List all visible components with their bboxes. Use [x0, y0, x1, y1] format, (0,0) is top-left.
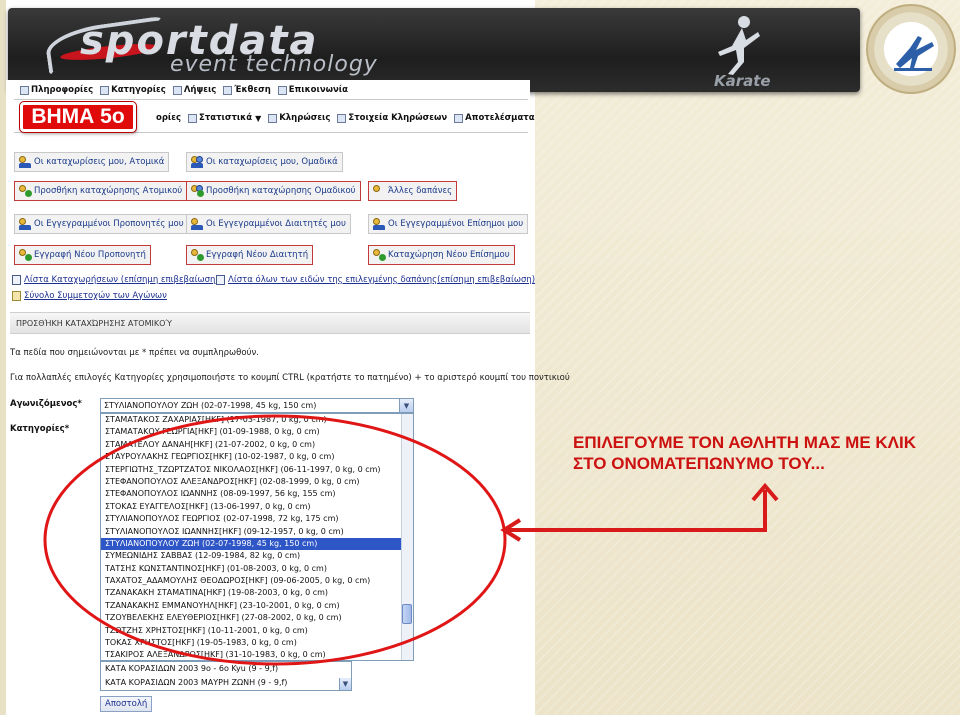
entries-list-link[interactable]: Λίστα Καταχωρήσεων (επίσημη επιβεβαίωση) — [12, 275, 219, 285]
top-menu: Πληροφορίες Κατηγορίες Λήψεις Έκθεση Επι… — [20, 82, 355, 98]
athlete-option[interactable]: ΣΤΑΜΑΤΑΚΟΣ ΖΑΧΑΡΙΑΣ[HKF] (17-03-1987, 0 … — [101, 414, 413, 426]
athlete-option[interactable]: ΤΣΑΚΙΡΟΣ ΑΛΕΞΑΝΔΡΟΣ[HKF] (31-10-1983, 0 … — [101, 649, 413, 660]
athlete-option[interactable]: ΤΖΑΝΑΚΑΚΗΣ ΕΜΜΑΝΟΥΗΛ[HKF] (23-10-2001, 0… — [101, 600, 413, 612]
chevron-down-icon[interactable]: ▼ — [399, 399, 413, 412]
add-coach-icon — [19, 249, 32, 261]
official-icon — [373, 218, 385, 230]
athlete-options: ΣΤΑΜΑΤΑΚΟΣ ΖΑΧΑΡΙΑΣ[HKF] (17-03-1987, 0 … — [101, 414, 413, 660]
athlete-option[interactable]: ΤΑΧΑΤΟΣ_ΑΔΑΜΟΥΛΗΣ ΘΕΟΔΩΡΟΣ[HKF] (09-06-2… — [101, 575, 413, 587]
menu-item-stats[interactable]: Στατιστικά ▼ — [188, 113, 261, 123]
add-group-icon — [191, 185, 204, 197]
participants-total-link[interactable]: Σύνολο Συμμετοχών των Αγώνων — [12, 291, 167, 301]
categories-select[interactable]: ΚΑΤΑ ΚΟΡΑΣΙΔΩΝ 2003 9ο - 6ο Kyu (9 - 9,f… — [100, 661, 352, 691]
athlete-label: Αγωνιζόμενος* — [10, 399, 82, 409]
chevron-down-icon[interactable]: ▼ — [339, 678, 351, 690]
app-window: Πληροφορίες Κατηγορίες Λήψεις Έκθεση Επι… — [6, 80, 570, 715]
menu-divider — [14, 99, 528, 100]
info-icon — [20, 85, 29, 95]
folder-icon — [12, 291, 21, 301]
athlete-option[interactable]: ΣΤΑΜΑΤΑΚΟΥ ΓΕΩΡΓΙΑ[HKF] (01-09-1988, 0 k… — [101, 426, 413, 438]
athlete-option[interactable]: ΣΤΕΡΓΙΩΤΗΣ_ΤΖΩΡΤΖΑΤΟΣ ΝΙΚΟΛΑΟΣ[HKF] (06-… — [101, 464, 413, 476]
athlete-option[interactable]: ΤΖΟΥΒΕΛΕΚΗΣ ΕΛΕΥΘΕΡΙΟΣ[HKF] (27-08-2002,… — [101, 612, 413, 624]
background-texture — [535, 0, 960, 715]
athlete-option[interactable]: ΤΖΩΤΖΗΣ ΧΡΗΣΤΟΣ[HKF] (10-11-2001, 0 kg, … — [101, 625, 413, 637]
sport-label: Karate — [714, 72, 771, 90]
menu-divider-2 — [14, 132, 528, 133]
menu-item-categories-2[interactable]: ορίες — [156, 113, 181, 123]
categories-label: Κατηγορίες* — [10, 424, 70, 434]
athlete-option[interactable]: ΤΟΚΑΣ ΧΡΗΣΤΟΣ[HKF] (19-05-1983, 0 kg, 0 … — [101, 637, 413, 649]
athlete-option[interactable]: ΣΥΜΕΩΝΙΔΗΣ ΣΑΒΒΑΣ (12-09-1984, 82 kg, 0 … — [101, 550, 413, 562]
caret-down-icon: ▼ — [255, 113, 262, 123]
my-entries-team-button[interactable]: Οι καταχωρίσεις μου, Ομαδικά — [186, 152, 343, 172]
new-coach-button[interactable]: Εγγραφή Νέου Προπονητή — [14, 245, 151, 265]
menu-item-categories[interactable]: Κατηγορίες — [100, 85, 166, 95]
athlete-option[interactable]: ΣΤΑΜΑΤΕΛΟΥ ΔΑΝΑΗ[HKF] (21-07-2002, 0 kg,… — [101, 439, 413, 451]
required-note: Τα πεδία που σημειώνονται με * πρέπει να… — [10, 348, 259, 358]
menu-item-contact[interactable]: Επικοινωνία — [277, 85, 348, 95]
scrollbar-thumb[interactable] — [402, 604, 412, 624]
group-icon — [191, 156, 203, 168]
menu-item-info[interactable]: Πληροφορίες — [20, 85, 93, 95]
section-title: ΠΡΟΣΘΉΚΗ ΚΑΤΑΧΏΡΗΣΗΣ ΑΤΟΜΙΚΟΎ — [10, 312, 530, 334]
athlete-option[interactable]: ΣΤΕΦΑΝΟΠΟΥΛΟΣ ΑΛΕΞΑΝΔΡΟΣ[HKF] (02-08-199… — [101, 476, 413, 488]
federation-seal — [866, 4, 956, 94]
category-option[interactable]: ΚΑΤΑ ΚΟΡΑΣΙΔΩΝ 2003 9ο - 6ο Kyu (9 - 9,f… — [101, 662, 351, 676]
menu-item-draws[interactable]: Κληρώσεις — [268, 113, 330, 123]
expenses-icon — [373, 185, 385, 197]
athlete-option[interactable]: ΣΤΥΛΙΑΝΟΠΟΥΛΟΣ ΙΩΑΝΝΗΣ[HKF] (09-12-1957,… — [101, 526, 413, 538]
listbox-scrollbar[interactable] — [401, 414, 413, 660]
athlete-option[interactable]: ΤΑΤΣΗΣ ΚΩΝΣΤΑΝΤΙΝΟΣ[HKF] (01-08-2003, 0 … — [101, 563, 413, 575]
add-user-icon — [19, 185, 32, 197]
menu-item-report[interactable]: Έκθεση — [223, 85, 271, 95]
expenses-list-link[interactable]: Λίστα όλων των ειδών της επιλεγμένης δαπ… — [216, 275, 535, 285]
brand-sub: event technology — [170, 52, 378, 77]
athlete-option-selected[interactable]: ΣΤΥΛΙΑΝΟΠΟΥΛΟΥ ΖΩΗ (02-07-1998, 45 kg, 1… — [101, 537, 413, 551]
draw-icon — [268, 113, 278, 123]
new-official-button[interactable]: Καταχώρηση Νέου Επίσημου — [368, 245, 515, 265]
menu-item-downloads[interactable]: Λήψεις — [172, 85, 216, 95]
registered-officials-button[interactable]: Οι Εγγεγραμμένοι Επίσημοι μου — [368, 214, 529, 234]
athlete-option[interactable]: ΣΤΕΦΑΝΟΠΟΥΛΟΣ ΙΩΑΝΝΗΣ (08-09-1997, 56 kg… — [101, 488, 413, 500]
download-icon — [172, 85, 182, 95]
seal-figure-icon — [894, 36, 934, 71]
users-icon — [19, 156, 31, 168]
athlete-option[interactable]: ΤΖΑΝΑΚΑΚΗ ΣΤΑΜΑΤΙΝΑ[HKF] (19-08-2003, 0 … — [101, 587, 413, 599]
stats-icon — [188, 113, 198, 123]
new-referee-button[interactable]: Εγγραφή Νέου Διαιτητή — [186, 245, 314, 265]
step-badge: ΒΗΜΑ 5ο — [19, 101, 137, 133]
menu-item-draw-data[interactable]: Στοιχεία Κληρώσεων — [337, 113, 447, 123]
add-entry-individual-button[interactable]: Προσθήκη καταχώρησης Ατομικού — [14, 181, 188, 201]
coach-icon — [19, 218, 31, 230]
list-icon — [216, 275, 225, 285]
contact-icon — [277, 85, 287, 95]
results-icon — [454, 113, 464, 123]
other-expenses-button[interactable]: Άλλες δαπάνες — [368, 181, 458, 201]
draw-data-icon — [337, 113, 347, 123]
add-entry-team-button[interactable]: Προσθήκη καταχώρησης Ομαδικού — [186, 181, 361, 201]
second-menu: ορίες Στατιστικά ▼ Κληρώσεις Στοιχεία Κλη… — [156, 110, 542, 126]
list-icon — [12, 275, 21, 285]
add-referee-icon — [191, 249, 204, 261]
callout-text: ΕΠΙΛΕΓΟΥΜΕ ΤΟΝ ΑΘΛΗΤΗ ΜΑΣ ΜΕ ΚΛΙΚ ΣΤΟ ΟΝ… — [573, 433, 917, 473]
karate-figure-icon — [718, 16, 760, 75]
my-entries-individual-button[interactable]: Οι καταχωρίσεις μου, Ατομικά — [14, 152, 170, 172]
categories-icon — [100, 85, 110, 95]
add-official-icon — [373, 249, 386, 261]
registered-coaches-button[interactable]: Οι Εγγεγραμμένοι Προπονητές μου — [14, 214, 189, 234]
registered-referees-button[interactable]: Οι Εγγεγραμμένοι Διαιτητές μου — [186, 214, 351, 234]
athlete-listbox[interactable]: ΣΤΑΜΑΤΑΚΟΣ ΖΑΧΑΡΙΑΣ[HKF] (17-03-1987, 0 … — [100, 413, 414, 661]
referee-icon — [191, 218, 203, 230]
submit-button[interactable]: Αποστολή — [100, 696, 153, 712]
athlete-option[interactable]: ΣΤΟΚΑΣ ΕΥΑΓΓΕΛΟΣ[HKF] (13-06-1997, 0 kg,… — [101, 501, 413, 513]
multiselect-note: Για πολλαπλές επιλογές Κατηγορίες χρησιμ… — [10, 373, 570, 383]
athlete-option[interactable]: ΣΤΥΛΙΑΝΟΠΟΥΛΟΣ ΓΕΩΡΓΙΟΣ (02-07-1998, 72 … — [101, 513, 413, 525]
category-option[interactable]: ΚΑΤΑ ΚΟΡΑΣΙΔΩΝ 2003 ΜΑΥΡΗ ΖΩΝΗ (9 - 9,f) — [101, 676, 351, 690]
athlete-option[interactable]: ΣΤΑΥΡΟΥΛΑΚΗΣ ΓΕΩΡΓΙΟΣ[HKF] (10-02-1987, … — [101, 451, 413, 463]
athlete-select[interactable]: ΣΤΥΛΙΑΝΟΠΟΥΛΟΥ ΖΩΗ (02-07-1998, 45 kg, 1… — [100, 398, 414, 413]
menu-item-results[interactable]: Αποτελέσματα — [454, 113, 535, 123]
report-icon — [223, 85, 233, 95]
